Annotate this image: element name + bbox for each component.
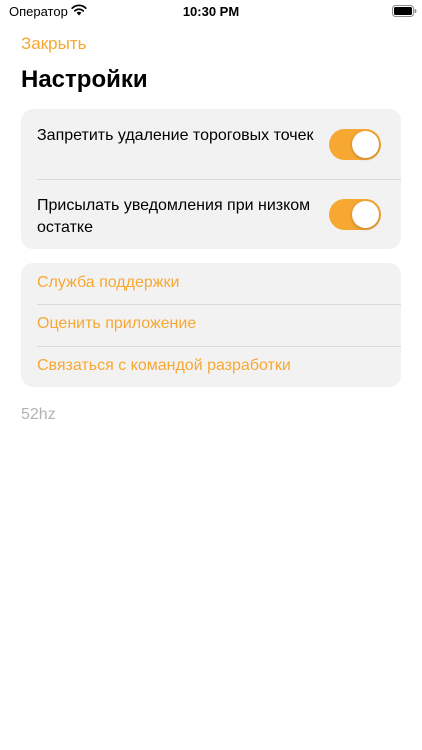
link-label: Оценить приложение: [37, 315, 197, 332]
switch-knob: [352, 201, 379, 228]
link-label: Служба поддержки: [37, 274, 180, 291]
page-title: Настройки: [21, 66, 148, 93]
link-label: Связаться с командой разработки: [37, 357, 291, 374]
version-label: 52hz: [21, 406, 56, 423]
toggle-row-prevent-deletion: Запретить удаление тороговых точек: [21, 109, 401, 179]
switch-knob: [352, 131, 379, 158]
status-bar: Оператор 10:30 PM: [0, 0, 422, 24]
links-group: Служба поддержки Оценить приложение Связ…: [21, 263, 401, 387]
support-link[interactable]: Служба поддержки: [21, 263, 401, 304]
low-stock-notify-switch[interactable]: [329, 199, 381, 230]
toggle-row-low-stock-notify: Присылать уведомления при низком остатке: [21, 179, 401, 249]
toggle-label: Запретить удаление тороговых точек: [37, 127, 314, 144]
contact-dev-team-link[interactable]: Связаться с командой разработки: [21, 346, 401, 387]
clock: 10:30 PM: [182, 4, 240, 19]
toggle-label: Присылать уведомления при низком остатке: [37, 197, 311, 236]
prevent-deletion-switch[interactable]: [329, 129, 381, 160]
battery-icon: [392, 5, 417, 17]
close-button[interactable]: Закрыть: [21, 34, 86, 54]
settings-toggles-group: Запретить удаление тороговых точек Присы…: [21, 109, 401, 249]
rate-app-link[interactable]: Оценить приложение: [21, 304, 401, 345]
